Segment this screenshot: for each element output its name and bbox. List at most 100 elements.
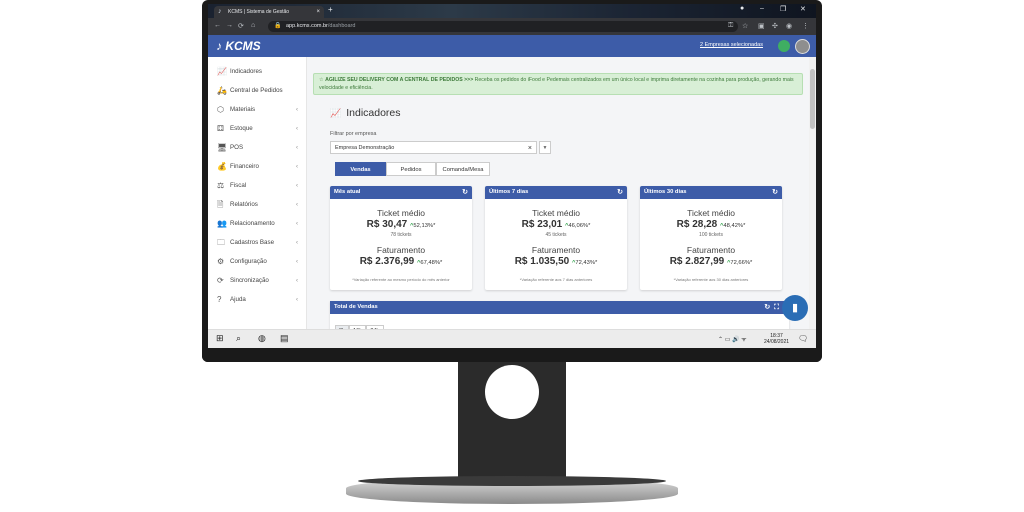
restore-button[interactable]: ❐	[780, 5, 786, 13]
refresh-icon[interactable]: ↻	[462, 186, 468, 199]
sidebar-item-relacionamento[interactable]: 👥 Relacionamento ‹	[208, 215, 306, 233]
windows-start-icon[interactable]: ⊞	[216, 333, 224, 344]
menu-dots-icon[interactable]: ⋮	[802, 22, 809, 30]
clock-date: 24/08/2021	[764, 339, 790, 345]
star-icon: ☆	[319, 77, 324, 83]
total-vendas-header: Total de Vendas ↻ ⛶	[330, 301, 789, 314]
sidebar-item-configuracao[interactable]: ⚙ Configuração ‹	[208, 253, 306, 271]
chevron-down-icon[interactable]: ▼	[539, 141, 551, 154]
minimize-button[interactable]: –	[760, 5, 764, 12]
sidebar-item-pos[interactable]: 🖥 POS ‹	[208, 139, 306, 157]
sidebar-item-materiais[interactable]: ⬡ Materiais ‹	[208, 101, 306, 119]
sidebar-item-central-de-pedidos[interactable]: 🛵 Central de Pedidos	[208, 82, 306, 100]
url-host: app.kcms.com.br	[286, 23, 328, 29]
card-footnote: *Variação referente ao mesmo período do …	[352, 277, 450, 282]
tab-comanda-mesa[interactable]: Comanda/Mesa	[436, 162, 490, 176]
scrollbar[interactable]	[809, 57, 816, 329]
filter-label: Filtrar por empresa	[330, 131, 377, 137]
sidebar-item-estoque[interactable]: ⚃ Estoque ‹	[208, 120, 306, 138]
expand-icon[interactable]: ⛶	[774, 304, 779, 311]
scroll-thumb[interactable]	[810, 69, 815, 129]
new-tab-button[interactable]: +	[328, 5, 333, 14]
sidebar-item-label: Indicadores	[230, 68, 262, 75]
sidebar: 📈 Indicadores 🛵 Central de Pedidos ⬡ Mat…	[208, 57, 307, 329]
sidebar-item-fiscal[interactable]: ⚖ Fiscal ‹	[208, 177, 306, 195]
ticket-label: Ticket médio	[532, 208, 580, 218]
chevron-left-icon: ‹	[296, 297, 298, 303]
status-icon[interactable]	[778, 40, 790, 52]
kcms-favicon-icon: ♪	[218, 8, 222, 15]
tab-pedidos[interactable]: Pedidos	[386, 162, 436, 176]
sidebar-item-indicadores[interactable]: 📈 Indicadores	[208, 63, 306, 81]
extension-icon[interactable]: ▣	[758, 22, 765, 30]
sidebar-item-sincronizacao[interactable]: ⟳ Sincronização ‹	[208, 272, 306, 290]
chrome-icon[interactable]: ◍	[258, 333, 266, 344]
ticket-value: R$ 23,01	[521, 219, 563, 230]
app-header: ♪ KCMS 2 Empresas selecionadas	[208, 35, 816, 57]
company-select[interactable]: Empresa Demonstração ×	[330, 141, 537, 154]
address-bar[interactable]: 🔒 app.kcms.com.br/dashboard	[268, 21, 738, 32]
notifications-icon[interactable]: 🗨	[798, 334, 808, 343]
refresh-icon[interactable]: ↻	[772, 186, 778, 199]
sidebar-item-financeiro[interactable]: 💰 Financeiro ‹	[208, 158, 306, 176]
fat-pct: 67,48%*	[420, 260, 443, 266]
chevron-left-icon: ‹	[296, 259, 298, 265]
delivery-alert[interactable]: ☆ AGILIZE SEU DELIVERY COM A CENTRAL DE …	[313, 73, 803, 95]
close-window-button[interactable]: ✕	[800, 5, 806, 13]
app-taskbar-icon[interactable]: ▤	[280, 333, 289, 344]
fat-value: R$ 2.827,99	[669, 256, 725, 267]
chevron-left-icon: ‹	[296, 278, 298, 284]
logo[interactable]: ♪ KCMS	[216, 39, 261, 53]
scooter-icon: 🛵	[217, 86, 227, 95]
file-icon: 🗎	[217, 200, 224, 209]
back-icon[interactable]: ←	[214, 22, 221, 29]
monitor-chin	[202, 348, 822, 362]
key-icon[interactable]: ⚿	[728, 22, 733, 30]
fat-value-row: R$ 2.376,99 ^67,48%*	[330, 256, 472, 267]
sidebar-item-label: Financeiro	[230, 163, 259, 170]
clear-icon[interactable]: ×	[528, 142, 532, 155]
ticket-pct: 48,42%*	[723, 223, 746, 229]
home-icon[interactable]: ⌂	[251, 22, 255, 29]
tab-close-icon[interactable]: ×	[316, 6, 320, 18]
ticket-label: Ticket médio	[377, 208, 425, 218]
card-header: Últimos 30 dias ↻	[640, 186, 782, 199]
sidebar-item-cadastros-base[interactable]: 🗀 Cadastros Base ‹	[208, 234, 306, 252]
taskbar: ⊞ ⌕ ◍ ▤ ⌃ ▭ 🔊 ᯤ 18:37 24/08/2021 🗨	[208, 329, 816, 348]
fat-pct: 72,66%*	[730, 260, 753, 266]
refresh-icon[interactable]: ↻	[764, 304, 770, 311]
sidebar-item-relatorios[interactable]: 🗎 Relatórios ‹	[208, 196, 306, 214]
chart-line-icon: 📈	[330, 108, 342, 118]
balance-scale-icon: ⚖	[217, 181, 225, 190]
card-ultimos-30-dias: Últimos 30 dias ↻ Ticket médio R$ 28,28 …	[640, 186, 782, 290]
chevron-left-icon: ‹	[296, 145, 298, 151]
card-mes-atual: Mês atual ↻ Ticket médio R$ 30,47 ^52,13…	[330, 186, 472, 290]
tab-vendas[interactable]: Vendas	[335, 162, 386, 176]
fat-pct: 72,43%*	[575, 260, 598, 266]
selected-companies-link[interactable]: 2 Empresas selecionadas	[700, 42, 763, 48]
chevron-left-icon: ‹	[296, 240, 298, 246]
sidebar-item-label: Ajuda	[230, 296, 246, 303]
sidebar-item-ajuda[interactable]: ? Ajuda ‹	[208, 291, 306, 309]
search-icon[interactable]: ⌕	[236, 333, 241, 344]
chart-line-icon: 📈	[217, 67, 227, 76]
profile-dot-icon[interactable]: ●	[740, 5, 744, 12]
profile-avatar-icon[interactable]: ◉	[786, 22, 792, 30]
star-icon[interactable]: ☆	[742, 22, 748, 30]
browser-tab[interactable]: ♪ KCMS | Sistema de Gestão ×	[214, 6, 324, 18]
ticket-pct: 52,13%*	[413, 223, 436, 229]
user-avatar[interactable]	[795, 39, 810, 54]
taskbar-clock[interactable]: 18:37 24/08/2021	[764, 333, 789, 345]
url-path: /dashboard	[327, 23, 356, 29]
monitor-stand-hole	[485, 365, 539, 419]
sidebar-item-label: Relatórios	[230, 201, 258, 208]
forward-icon[interactable]: →	[226, 22, 233, 29]
refresh-icon[interactable]: ↻	[617, 186, 623, 199]
reload-icon[interactable]: ⟳	[238, 22, 244, 30]
chat-button[interactable]: ▮	[782, 295, 808, 321]
puzzle-icon[interactable]: ✣	[772, 22, 778, 30]
ticket-pct: 46,06%*	[568, 223, 591, 229]
system-tray-icons[interactable]: ⌃ ▭ 🔊 ᯤ	[718, 335, 747, 343]
fat-label: Faturamento	[531, 245, 581, 255]
sidebar-item-label: Sincronização	[230, 277, 269, 284]
